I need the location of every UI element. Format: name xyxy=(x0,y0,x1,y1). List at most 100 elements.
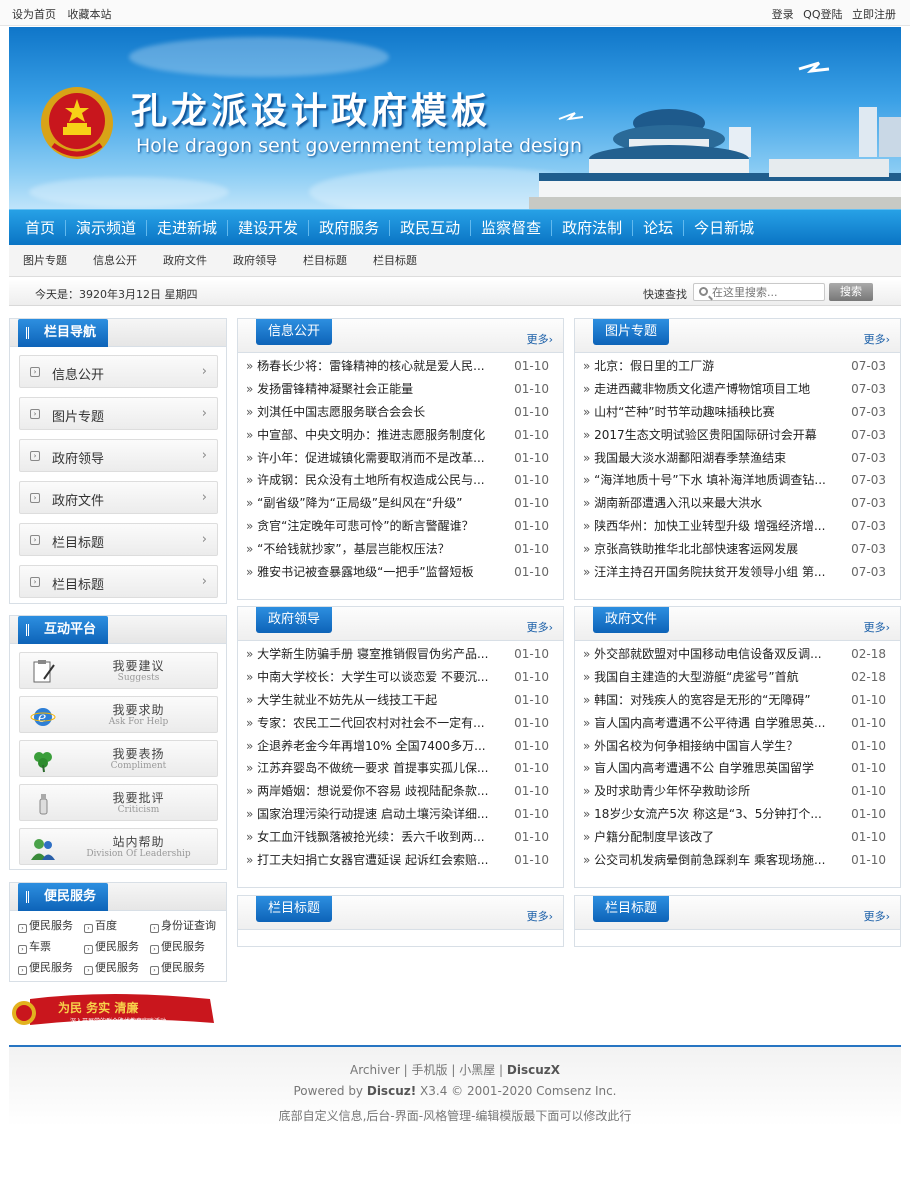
more-link[interactable]: 更多› xyxy=(864,908,890,924)
item-title[interactable]: 外交部就欧盟对中国移动电信设备双反调... xyxy=(583,643,839,666)
interact-item-4[interactable]: 站内帮助 Division Of Leadership xyxy=(19,828,218,865)
service-link-1[interactable]: › 百度 xyxy=(84,917,150,933)
list-item[interactable]: 我国自主建造的大型游艇“虎鲨号”首航 02-18 xyxy=(583,666,892,689)
footer-link-mobile[interactable]: 手机版 xyxy=(412,1063,448,1077)
list-item[interactable]: 雅安书记被查暴露地级“一把手”监督短板 01-10 xyxy=(246,561,555,584)
item-title[interactable]: 雅安书记被查暴露地级“一把手”监督短板 xyxy=(246,561,502,584)
list-item[interactable]: “海洋地质十号”下水 填补海洋地质调查钻... 07-03 xyxy=(583,469,892,492)
item-title[interactable]: 山村“芒种”时节竿动趣味插秧比赛 xyxy=(583,401,839,424)
list-item[interactable]: 走进西藏非物质文化遗产博物馆项目工地 07-03 xyxy=(583,378,892,401)
sidebar-nav-item-1[interactable]: › 图片专题 › xyxy=(19,397,218,430)
item-title[interactable]: 北京：假日里的工厂游 xyxy=(583,355,839,378)
list-item[interactable]: 盲人国内高考遭遇不公 自学雅思英国留学 01-10 xyxy=(583,757,892,780)
item-title[interactable]: 公交司机发病晕倒前急踩刹车 乘客现场施... xyxy=(583,849,839,872)
item-title[interactable]: 许成钢：民众没有土地所有权造成公民与... xyxy=(246,469,502,492)
list-item[interactable]: 18岁少女流产5次 称这是“3、5分钟打个... 01-10 xyxy=(583,803,892,826)
list-item[interactable]: 湖南新邵遭遇入汛以来最大洪水 07-03 xyxy=(583,492,892,515)
search-input[interactable] xyxy=(712,285,820,299)
item-title[interactable]: 外国名校为何争相接纳中国盲人学生？ xyxy=(583,735,839,758)
sidebar-nav-item-5[interactable]: › 栏目标题 › xyxy=(19,565,218,598)
item-title[interactable]: 陕西华州：加快工业转型升级 增强经济增... xyxy=(583,515,839,538)
party-ribbon-banner[interactable]: 为民 务实 清廉 深入开展党的群众路线教育实践活动 xyxy=(10,991,216,1029)
panel-title[interactable]: 信息公开 xyxy=(256,319,333,345)
panel-title[interactable]: 栏目标题 xyxy=(256,896,333,922)
item-title[interactable]: 大学新生防骗手册 寝室推销假冒伪劣产品... xyxy=(246,643,502,666)
list-item[interactable]: 2017生态文明试验区贵阳国际研讨会开幕 07-03 xyxy=(583,424,892,447)
sub-nav-item-5[interactable]: 栏目标题 xyxy=(373,245,417,277)
service-link-6[interactable]: › 便民服务 xyxy=(18,959,84,975)
list-item[interactable]: 刘淇任中国志愿服务联合会会长 01-10 xyxy=(246,401,555,424)
list-item[interactable]: 户籍分配制度早该改了 01-10 xyxy=(583,826,892,849)
more-link[interactable]: 更多› xyxy=(864,619,890,635)
item-title[interactable]: “副省级”降为“正局级”是纠风在“升级” xyxy=(246,492,502,515)
panel-title[interactable]: 栏目标题 xyxy=(593,896,670,922)
list-item[interactable]: 山村“芒种”时节竿动趣味插秧比赛 07-03 xyxy=(583,401,892,424)
service-link-3[interactable]: › 车票 xyxy=(18,938,84,954)
list-item[interactable]: 国家治理污染行动提速 启动土壤污染详细... 01-10 xyxy=(246,803,555,826)
interact-item-2[interactable]: 我要表扬 Compliment xyxy=(19,740,218,777)
service-link-0[interactable]: › 便民服务 xyxy=(18,917,84,933)
sub-nav-item-3[interactable]: 政府领导 xyxy=(233,245,277,277)
main-nav-item-4[interactable]: 政府服务 xyxy=(309,220,391,236)
item-title[interactable]: 许小年：促进城镇化需要取消而不是改革... xyxy=(246,447,502,470)
sidebar-nav-item-3[interactable]: › 政府文件 › xyxy=(19,481,218,514)
list-item[interactable]: 许小年：促进城镇化需要取消而不是改革... 01-10 xyxy=(246,447,555,470)
item-title[interactable]: 2017生态文明试验区贵阳国际研讨会开幕 xyxy=(583,424,839,447)
list-item[interactable]: 中南大学校长：大学生可以谈恋爱 不要沉... 01-10 xyxy=(246,666,555,689)
item-title[interactable]: 杨春长少将：雷锋精神的核心就是爱人民... xyxy=(246,355,502,378)
item-title[interactable]: “不给钱就抄家”，基层岂能权压法？ xyxy=(246,538,502,561)
list-item[interactable]: 发扬雷锋精神凝聚社会正能量 01-10 xyxy=(246,378,555,401)
list-item[interactable]: 女工血汗钱飘落被抢光续：丢六千收到两... 01-10 xyxy=(246,826,555,849)
panel-title[interactable]: 图片专题 xyxy=(593,319,670,345)
list-item[interactable]: 贪官“注定晚年可悲可怜”的断言警醒谁？ 01-10 xyxy=(246,515,555,538)
list-item[interactable]: 韩国：对残疾人的宽容是无形的“无障碍” 01-10 xyxy=(583,689,892,712)
footer-link-discuzx[interactable]: DiscuzX xyxy=(507,1063,560,1077)
service-link-5[interactable]: › 便民服务 xyxy=(150,938,216,954)
list-item[interactable]: 外国名校为何争相接纳中国盲人学生？ 01-10 xyxy=(583,735,892,758)
item-title[interactable]: 江苏弃婴岛不做统一要求 首提事实孤儿保... xyxy=(246,757,502,780)
more-link[interactable]: 更多› xyxy=(527,619,553,635)
sidebar-nav-item-2[interactable]: › 政府领导 › xyxy=(19,439,218,472)
item-title[interactable]: 中南大学校长：大学生可以谈恋爱 不要沉... xyxy=(246,666,502,689)
list-item[interactable]: “不给钱就抄家”，基层岂能权压法？ 01-10 xyxy=(246,538,555,561)
item-title[interactable]: 户籍分配制度早该改了 xyxy=(583,826,839,849)
item-title[interactable]: 京张高铁助推华北北部快速客运网发展 xyxy=(583,538,839,561)
interact-item-1[interactable]: e 我要求助 Ask For Help xyxy=(19,696,218,733)
item-title[interactable]: 及时求助青少年怀孕救助诊所 xyxy=(583,780,839,803)
item-title[interactable]: 女工血汗钱飘落被抢光续：丢六千收到两... xyxy=(246,826,502,849)
item-title[interactable]: 盲人国内高考遭遇不公平待遇 自学雅思英... xyxy=(583,712,839,735)
list-item[interactable]: 汪洋主持召开国务院扶贫开发领导小组 第... 07-03 xyxy=(583,561,892,584)
service-link-8[interactable]: › 便民服务 xyxy=(150,959,216,975)
qq-login-link[interactable]: QQ登陆 xyxy=(803,8,842,21)
panel-title[interactable]: 政府领导 xyxy=(256,607,333,633)
main-nav-item-3[interactable]: 建设开发 xyxy=(228,220,310,236)
list-item[interactable]: 企退养老金今年再增10% 全国7400多万... 01-10 xyxy=(246,735,555,758)
item-title[interactable]: 18岁少女流产5次 称这是“3、5分钟打个... xyxy=(583,803,839,826)
item-title[interactable]: 国家治理污染行动提速 启动土壤污染详细... xyxy=(246,803,502,826)
set-home-link[interactable]: 设为首页 xyxy=(12,8,56,21)
item-title[interactable]: 汪洋主持召开国务院扶贫开发领导小组 第... xyxy=(583,561,839,584)
list-item[interactable]: 两岸婚姻：想说爱你不容易 歧视陆配条款... 01-10 xyxy=(246,780,555,803)
main-nav-item-2[interactable]: 走进新城 xyxy=(147,220,229,236)
more-link[interactable]: 更多› xyxy=(864,331,890,347)
list-item[interactable]: “副省级”降为“正局级”是纠风在“升级” 01-10 xyxy=(246,492,555,515)
sub-nav-item-0[interactable]: 图片专题 xyxy=(23,245,67,277)
list-item[interactable]: 杨春长少将：雷锋精神的核心就是爱人民... 01-10 xyxy=(246,355,555,378)
list-item[interactable]: 陕西华州：加快工业转型升级 增强经济增... 07-03 xyxy=(583,515,892,538)
main-nav-item-6[interactable]: 监察督查 xyxy=(471,220,553,236)
sub-nav-item-2[interactable]: 政府文件 xyxy=(163,245,207,277)
main-nav-item-9[interactable]: 今日新城 xyxy=(684,220,764,236)
item-title[interactable]: 盲人国内高考遭遇不公 自学雅思英国留学 xyxy=(583,757,839,780)
footer-link-archiver[interactable]: Archiver xyxy=(350,1063,400,1077)
item-title[interactable]: 我国自主建造的大型游艇“虎鲨号”首航 xyxy=(583,666,839,689)
item-title[interactable]: 专家：农民工二代回农村对社会不一定有... xyxy=(246,712,502,735)
item-title[interactable]: 企退养老金今年再增10% 全国7400多万... xyxy=(246,735,502,758)
list-item[interactable]: 许成钢：民众没有土地所有权造成公民与... 01-10 xyxy=(246,469,555,492)
list-item[interactable]: 我国最大淡水湖鄱阳湖春季禁渔结束 07-03 xyxy=(583,447,892,470)
sub-nav-item-4[interactable]: 栏目标题 xyxy=(303,245,347,277)
list-item[interactable]: 专家：农民工二代回农村对社会不一定有... 01-10 xyxy=(246,712,555,735)
item-title[interactable]: 走进西藏非物质文化遗产博物馆项目工地 xyxy=(583,378,839,401)
sidebar-nav-item-0[interactable]: › 信息公开 › xyxy=(19,355,218,388)
item-title[interactable]: 贪官“注定晚年可悲可怜”的断言警醒谁？ xyxy=(246,515,502,538)
login-link[interactable]: 登录 xyxy=(772,8,794,21)
